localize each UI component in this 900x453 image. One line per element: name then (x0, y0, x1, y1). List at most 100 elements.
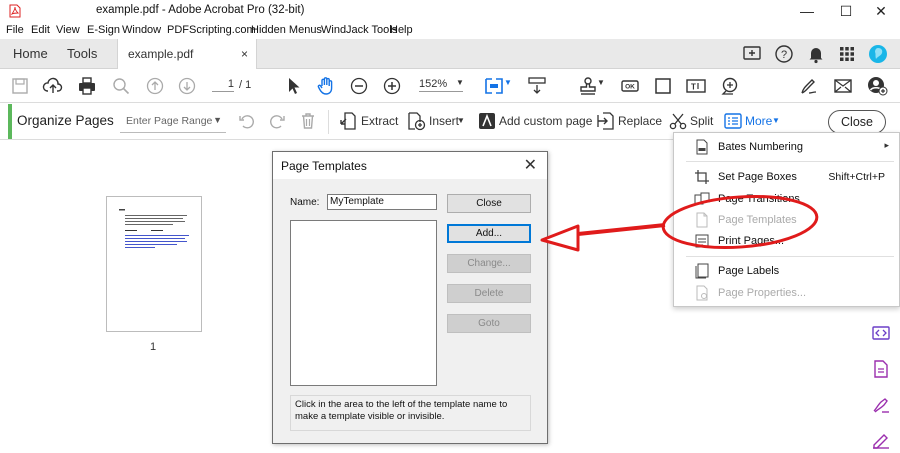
email-icon[interactable] (832, 75, 854, 97)
menu-bar: File Edit View E-Sign Window PDFScriptin… (0, 22, 900, 39)
dialog-title: Page Templates (281, 159, 367, 173)
page-thumbnail[interactable] (106, 196, 202, 332)
page-templates-icon (696, 212, 708, 228)
previous-page-icon[interactable] (144, 75, 166, 97)
replace-icon[interactable] (596, 111, 616, 131)
goto-template-button[interactable]: Goto (447, 314, 531, 333)
menu-hidden-menus[interactable]: Hidden Menus (251, 24, 322, 36)
user-avatar[interactable] (867, 43, 889, 65)
menu-item-print-pages[interactable]: Print Pages... (674, 231, 899, 251)
stamp-icon[interactable] (577, 75, 599, 97)
dialog-close-icon[interactable]: ✕ (524, 155, 537, 175)
split-scissors-icon[interactable] (668, 111, 688, 131)
menu-item-page-labels[interactable]: Page Labels (674, 261, 899, 281)
notifications-bell-icon[interactable] (805, 43, 827, 65)
zoom-search-icon[interactable] (110, 75, 132, 97)
menu-item-page-properties[interactable]: Page Properties... (674, 283, 899, 303)
zoom-out-icon[interactable] (348, 75, 370, 97)
template-name-label: Name: (290, 197, 320, 208)
menu-item-bates-numbering[interactable]: Bates Numbering ▸ (674, 137, 899, 157)
insert-icon[interactable] (406, 111, 426, 131)
svg-text:?: ? (781, 49, 787, 61)
crop-icon (695, 170, 709, 184)
edit-sign-icon[interactable] (870, 428, 892, 450)
rotate-left-icon[interactable] (237, 111, 257, 131)
close-organize-button[interactable]: Close (828, 110, 886, 134)
change-template-button[interactable]: Change... (447, 254, 531, 273)
share-screen-icon[interactable] (741, 43, 763, 65)
scroll-mode-icon[interactable] (526, 75, 548, 97)
more-list-icon[interactable] (723, 111, 743, 131)
menu-view[interactable]: View (56, 24, 80, 36)
page-transitions-icon (694, 192, 710, 205)
menu-pdfscripting[interactable]: PDFScripting.com (167, 24, 256, 36)
extract-button[interactable]: Extract (361, 114, 398, 128)
print-icon[interactable] (76, 75, 98, 97)
action-wizard-icon[interactable] (719, 75, 741, 97)
maximize-button[interactable]: ☐ (831, 2, 861, 20)
help-icon[interactable]: ? (773, 43, 795, 65)
page-number-input[interactable]: 1 (212, 78, 234, 92)
add-user-icon[interactable] (866, 75, 888, 97)
range-chevron-down-icon[interactable]: ▼ (213, 115, 222, 125)
split-button[interactable]: Split (690, 114, 713, 128)
menu-item-set-page-boxes[interactable]: Set Page Boxes Shift+Ctrl+P (674, 167, 899, 187)
add-custom-page-icon[interactable] (477, 111, 497, 131)
hand-tool-icon[interactable] (315, 75, 337, 97)
menu-esign[interactable]: E-Sign (87, 24, 120, 36)
rotate-right-icon[interactable] (267, 111, 287, 131)
ok-button-icon[interactable]: OK (619, 75, 641, 97)
fit-page-icon[interactable] (483, 75, 505, 97)
add-template-button[interactable]: Add... (447, 224, 531, 243)
template-name-input[interactable]: MyTemplate (327, 194, 437, 210)
upload-cloud-icon[interactable] (42, 75, 64, 97)
zoom-in-icon[interactable] (381, 75, 403, 97)
zoom-chevron-down-icon[interactable]: ▼ (456, 78, 464, 87)
checkbox-field-icon[interactable] (652, 75, 674, 97)
delete-trash-icon[interactable] (298, 111, 318, 131)
delete-template-button[interactable]: Delete (447, 284, 531, 303)
menu-windjack-tools[interactable]: WindJack Tools (321, 24, 397, 36)
more-dropdown-menu: Bates Numbering ▸ Set Page Boxes Shift+C… (673, 132, 900, 307)
menu-window[interactable]: Window (122, 24, 161, 36)
tab-home[interactable]: Home (13, 39, 48, 69)
sign-pen-icon[interactable] (798, 75, 820, 97)
javascript-tool-icon[interactable] (870, 322, 892, 344)
tab-close-icon[interactable]: × (241, 39, 248, 69)
dialog-hint-text: Click in the area to the left of the tem… (290, 395, 531, 431)
fill-sign-icon[interactable] (870, 394, 892, 416)
minimize-button[interactable]: — (792, 2, 822, 20)
text-field-icon[interactable]: T (685, 75, 707, 97)
menu-item-page-templates[interactable]: Page Templates (674, 210, 899, 230)
menu-help[interactable]: Help (390, 24, 413, 36)
stamp-chevron-down-icon[interactable]: ▼ (597, 78, 605, 87)
next-page-icon[interactable] (176, 75, 198, 97)
insert-chevron-down-icon[interactable]: ▼ (457, 116, 465, 125)
apps-grid-icon[interactable] (836, 43, 858, 65)
dialog-title-bar: Page Templates ✕ (273, 152, 547, 179)
tab-tools[interactable]: Tools (67, 39, 97, 69)
menu-item-label: Page Properties... (718, 287, 807, 299)
add-custom-page-button[interactable]: Add custom page (499, 114, 592, 128)
menu-item-page-transitions[interactable]: Page Transitions (674, 189, 899, 209)
menu-separator (686, 161, 894, 162)
extract-icon[interactable] (339, 111, 359, 131)
page-templates-dialog: Page Templates ✕ Name: MyTemplate Close … (272, 151, 548, 444)
template-list[interactable] (290, 220, 437, 386)
menu-file[interactable]: File (6, 24, 24, 36)
menu-item-label: Page Labels (718, 265, 780, 277)
menu-edit[interactable]: Edit (31, 24, 50, 36)
insert-button[interactable]: Insert (429, 114, 459, 128)
window-close-button[interactable]: ✕ (866, 2, 896, 20)
export-pdf-icon[interactable] (870, 358, 892, 380)
page-labels-icon (695, 263, 709, 279)
more-button[interactable]: More (745, 114, 772, 128)
select-cursor-icon[interactable] (282, 75, 304, 97)
save-icon[interactable] (9, 75, 31, 97)
dialog-close-button[interactable]: Close (447, 194, 531, 213)
replace-button[interactable]: Replace (618, 114, 662, 128)
page-range-dropdown[interactable]: Enter Page Range ▼ (120, 111, 226, 133)
menu-separator (686, 256, 894, 257)
more-chevron-down-icon[interactable]: ▼ (772, 116, 780, 125)
fit-page-chevron-down-icon[interactable]: ▼ (504, 78, 512, 87)
